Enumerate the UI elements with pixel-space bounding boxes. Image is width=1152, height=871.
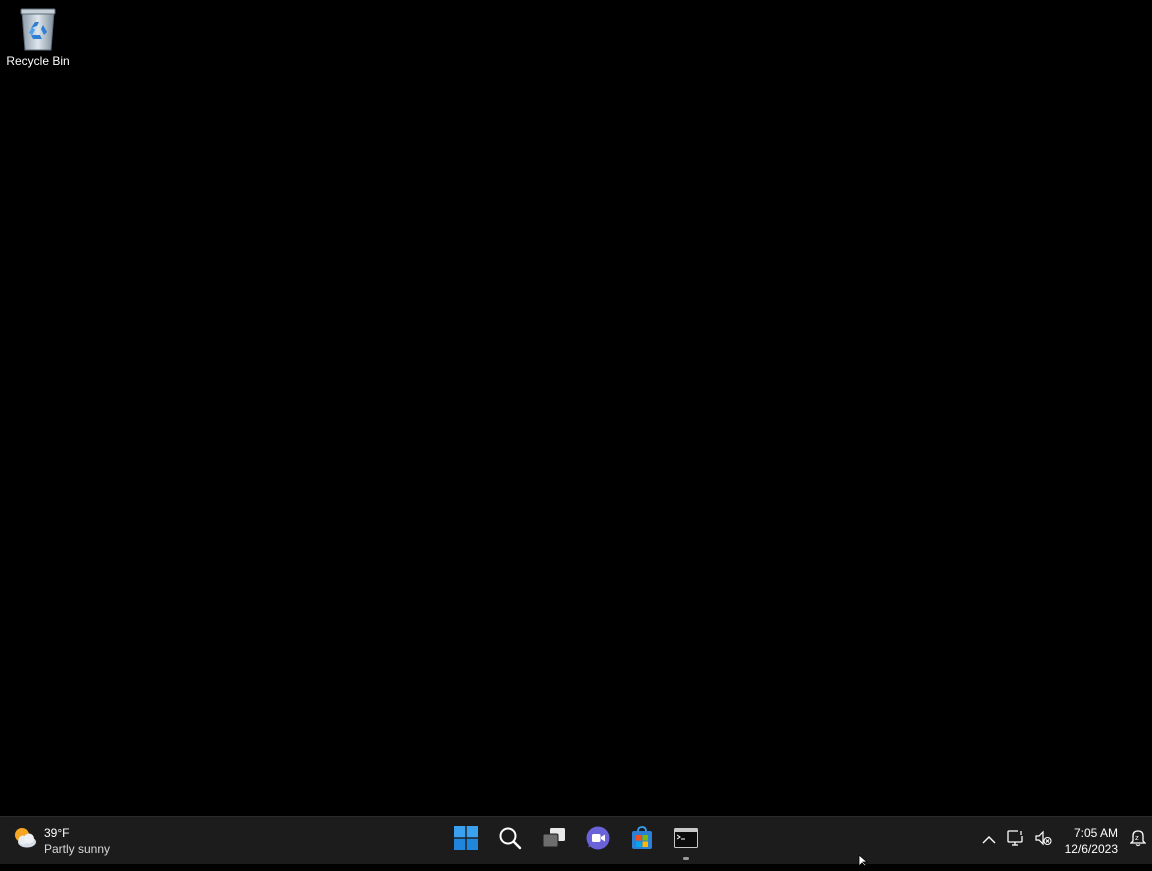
weather-condition: Partly sunny (44, 841, 111, 856)
show-hidden-icons-button[interactable] (976, 821, 1003, 861)
taskbar-apps (444, 817, 708, 864)
recycle-bin-icon (18, 6, 58, 54)
store-icon (630, 826, 654, 855)
terminal-button[interactable] (664, 821, 708, 861)
partly-sunny-icon (12, 825, 38, 856)
store-button[interactable] (620, 821, 664, 861)
system-tray: 7:05 AM 12/6/2023 z (976, 817, 1152, 864)
network-icon (1007, 830, 1025, 851)
task-view-icon (541, 827, 567, 854)
running-indicator (683, 856, 689, 860)
clock-date: 12/6/2023 (1064, 841, 1118, 856)
recycle-bin-label: Recycle Bin (6, 54, 70, 68)
desktop[interactable]: Recycle Bin (0, 0, 1152, 816)
task-view-button[interactable] (532, 821, 576, 861)
weather-temperature: 39°F (44, 825, 70, 840)
chat-button[interactable] (576, 821, 620, 861)
search-button[interactable] (488, 821, 532, 861)
mouse-cursor (858, 853, 870, 867)
taskbar: 39°F Partly sunny 7:05 AM 12/6/2023 z (0, 816, 1152, 864)
chevron-up-icon (982, 832, 996, 850)
clock[interactable]: 7:05 AM 12/6/2023 (1057, 825, 1124, 857)
network-button[interactable] (1003, 821, 1030, 861)
notification-bell-icon: z (1129, 829, 1147, 852)
volume-button[interactable] (1030, 821, 1057, 861)
recycle-bin-shortcut[interactable]: Recycle Bin (2, 6, 74, 76)
weather-widget[interactable]: 39°F Partly sunny (12, 817, 110, 864)
svg-text:z: z (1135, 834, 1139, 842)
clock-time: 7:05 AM (1073, 825, 1118, 840)
terminal-icon (674, 828, 698, 853)
notifications-button[interactable]: z (1124, 821, 1152, 861)
chat-video-icon (585, 825, 611, 856)
weather-text: 39°F Partly sunny (44, 825, 110, 857)
volume-muted-icon (1034, 830, 1052, 851)
search-icon (498, 826, 522, 855)
windows-start-icon (454, 826, 478, 855)
start-button[interactable] (444, 821, 488, 861)
